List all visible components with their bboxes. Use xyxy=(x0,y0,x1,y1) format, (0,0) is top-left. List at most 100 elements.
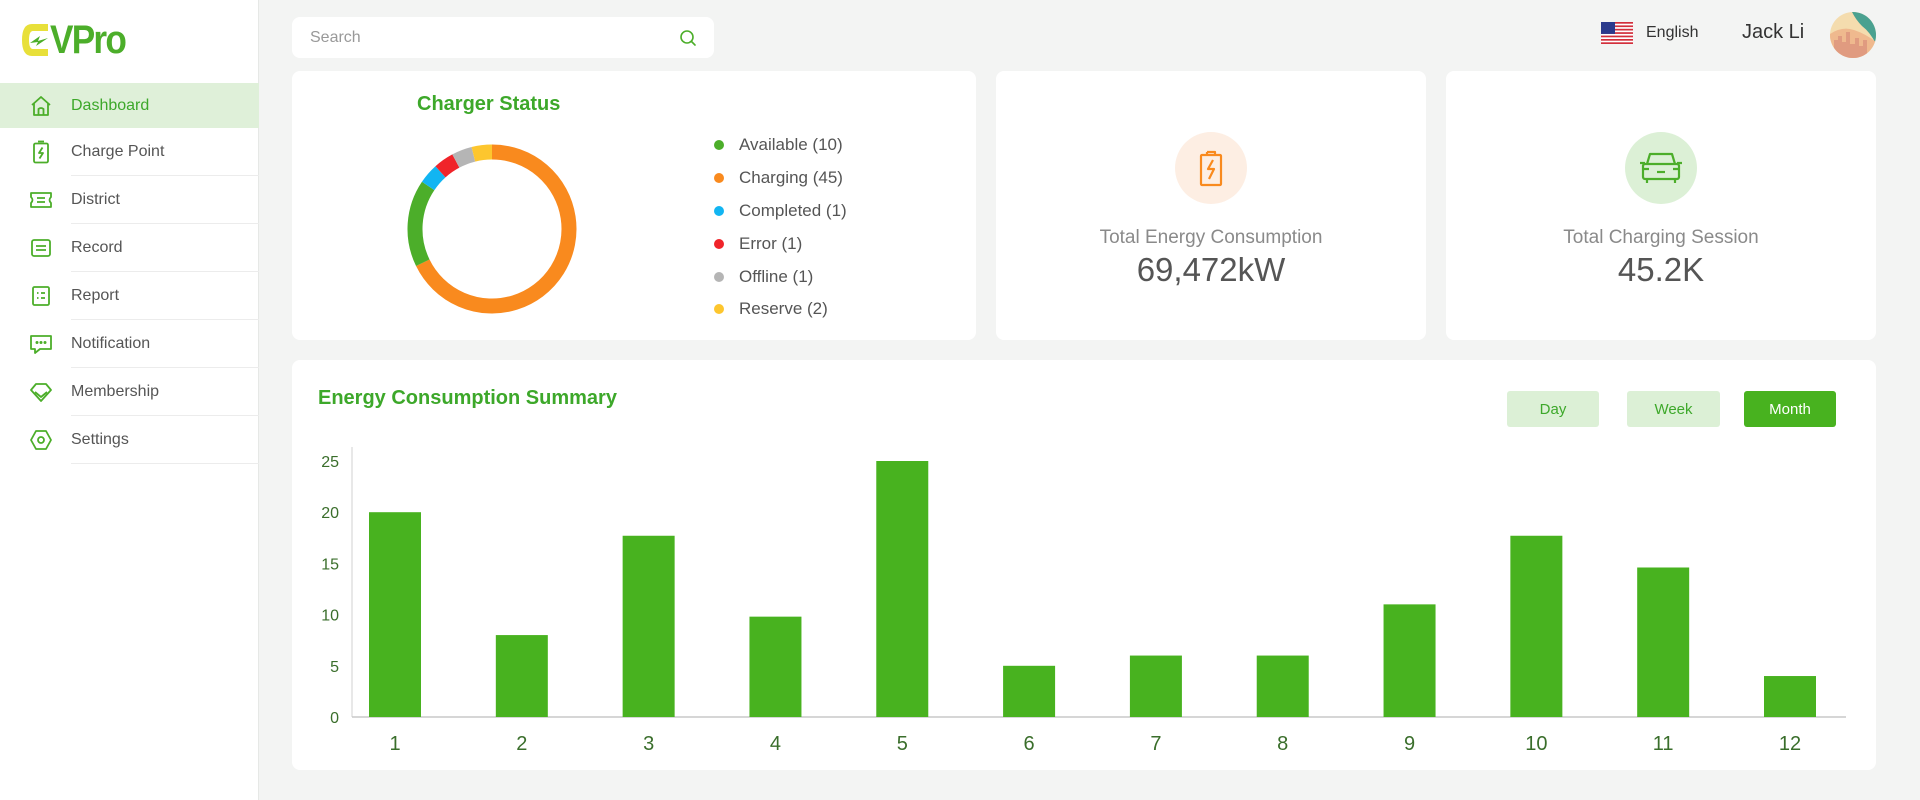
home-icon xyxy=(28,93,54,119)
sidebar-item-settings[interactable]: Settings xyxy=(0,416,259,464)
sidebar-item-label: District xyxy=(71,191,120,208)
legend-label: Reserve (2) xyxy=(739,299,828,319)
bar-9[interactable] xyxy=(1383,604,1436,717)
sidebar-item-district[interactable]: District xyxy=(0,176,259,224)
stat-value: 45.2K xyxy=(1617,251,1705,288)
sidebar-item-label: Charge Point xyxy=(71,143,165,160)
x-tick-label: 11 xyxy=(1653,733,1674,755)
bar-7[interactable] xyxy=(1129,655,1182,717)
bar-5[interactable] xyxy=(876,461,929,717)
sidebar-item-membership[interactable]: Membership xyxy=(0,368,259,416)
report-list-icon xyxy=(28,283,54,309)
sidebar-item-label: Settings xyxy=(71,431,129,448)
charger-status-title: Charger Status xyxy=(417,93,561,115)
bar-4[interactable] xyxy=(749,616,802,717)
x-tick-label: 6 xyxy=(1024,733,1035,755)
sidebar-item-label: Notification xyxy=(71,335,151,352)
legend-dot xyxy=(714,205,724,216)
search-box xyxy=(292,17,714,58)
period-day-button[interactable]: Day xyxy=(1507,391,1599,427)
donut-slice-reserve[interactable] xyxy=(471,144,493,162)
donut-slice-offline[interactable] xyxy=(452,147,476,168)
legend-dot xyxy=(714,238,724,249)
record-icon xyxy=(28,235,54,261)
bar-8[interactable] xyxy=(1256,655,1309,717)
bar-10[interactable] xyxy=(1510,535,1563,717)
period-week-button[interactable]: Week xyxy=(1627,391,1720,427)
y-tick-label: 5 xyxy=(330,659,339,676)
ticket-icon xyxy=(28,187,54,213)
search-input[interactable] xyxy=(310,28,650,47)
x-tick-label: 2 xyxy=(516,733,527,755)
x-tick-label: 8 xyxy=(1277,733,1288,755)
x-tick-label: 10 xyxy=(1525,733,1547,755)
y-tick-label: 15 xyxy=(321,556,339,573)
legend-dot xyxy=(714,271,724,282)
donut-slice-completed[interactable] xyxy=(421,166,446,191)
avatar[interactable] xyxy=(1830,12,1876,58)
donut-slice-available[interactable] xyxy=(407,181,435,267)
sidebar-item-dashboard[interactable]: Dashboard xyxy=(0,83,259,128)
x-tick-label: 4 xyxy=(770,733,781,755)
legend-label: Error (1) xyxy=(739,233,803,253)
total-session-card: Total Charging Session 45.2K xyxy=(1446,71,1876,340)
bar-3[interactable] xyxy=(622,535,675,717)
sidebar-item-charge-point[interactable]: Charge Point xyxy=(0,128,259,176)
sidebar-item-report[interactable]: Report xyxy=(0,272,259,320)
sidebar-nav: Dashboard Charge Point District Record R… xyxy=(0,83,259,464)
legend-dot xyxy=(714,304,724,315)
y-tick-label: 20 xyxy=(321,505,339,522)
diamond-icon xyxy=(28,379,54,405)
legend-dot xyxy=(714,173,724,184)
legend-item-offline[interactable]: Offline (1) xyxy=(714,260,847,293)
logo-text: VPro xyxy=(50,18,127,62)
y-tick-label: 10 xyxy=(321,608,339,625)
bar-6[interactable] xyxy=(1003,665,1056,717)
legend-label: Charging (45) xyxy=(739,168,843,188)
total-energy-card: Total Energy Consumption 69,472kW xyxy=(996,71,1426,340)
y-tick-label: 0 xyxy=(330,710,339,727)
x-tick-label: 3 xyxy=(643,733,654,755)
search-icon[interactable] xyxy=(678,28,698,48)
legend-item-error[interactable]: Error (1) xyxy=(714,227,847,260)
legend-item-available[interactable]: Available (10) xyxy=(714,129,847,162)
language-selector[interactable]: English xyxy=(1601,22,1698,44)
x-tick-label: 1 xyxy=(389,733,400,755)
evpro-logo[interactable]: VPro xyxy=(20,18,135,62)
legend-item-reserve[interactable]: Reserve (2) xyxy=(714,293,847,326)
bar-2[interactable] xyxy=(495,635,548,717)
legend-item-charging[interactable]: Charging (45) xyxy=(714,162,847,195)
bar-11[interactable] xyxy=(1637,567,1690,717)
bar-1[interactable] xyxy=(369,512,421,717)
car-icon xyxy=(1625,132,1697,204)
donut-slice-error[interactable] xyxy=(435,154,460,178)
sidebar-item-label: Report xyxy=(71,287,120,304)
y-tick-label: 25 xyxy=(321,454,339,471)
chat-bubble-icon xyxy=(28,331,54,357)
legend-item-completed[interactable]: Completed (1) xyxy=(714,195,847,228)
energy-summary-title: Energy Consumption Summary xyxy=(318,387,617,409)
sidebar-item-label: Membership xyxy=(71,383,160,400)
sidebar-item-record[interactable]: Record xyxy=(0,224,259,272)
sidebar-item-notification[interactable]: Notification xyxy=(0,320,259,368)
sidebar-item-label: Dashboard xyxy=(71,96,150,114)
period-month-button[interactable]: Month xyxy=(1744,391,1836,427)
charger-status-donut xyxy=(407,144,577,314)
language-label: English xyxy=(1646,24,1699,41)
legend-label: Completed (1) xyxy=(739,200,847,220)
bar-12[interactable] xyxy=(1764,676,1816,717)
legend-label: Available (10) xyxy=(739,135,843,155)
x-tick-label: 12 xyxy=(1779,733,1801,755)
charger-status-card: Charger Status Available (10) Charging (… xyxy=(292,71,976,340)
x-tick-label: 7 xyxy=(1150,733,1161,755)
x-tick-label: 9 xyxy=(1404,733,1415,755)
stat-value: 69,472kW xyxy=(1136,251,1286,288)
logo-e-lightning-icon xyxy=(22,24,48,56)
legend-label: Offline (1) xyxy=(739,266,814,286)
user-name[interactable]: Jack Li xyxy=(1742,21,1804,44)
stat-label: Total Charging Session xyxy=(1563,227,1759,248)
legend-dot xyxy=(714,140,724,151)
sidebar: VPro Dashboard Charge Point District Rec… xyxy=(0,0,259,800)
hexagon-gear-icon xyxy=(28,427,54,453)
divider xyxy=(71,463,259,464)
